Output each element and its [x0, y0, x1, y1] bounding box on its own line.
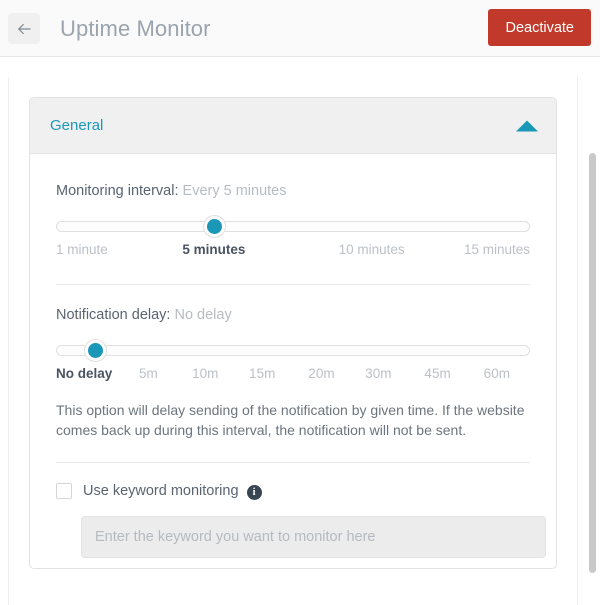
back-button[interactable] [8, 13, 40, 44]
use-keyword-monitoring-checkbox[interactable] [56, 483, 72, 499]
keyword-monitoring-group: Use keyword monitoring i [56, 483, 546, 558]
notification-delay-value: No delay [174, 307, 232, 323]
monitoring-interval-value: Every 5 minutes [182, 183, 287, 199]
slider-tick-label[interactable]: 60m [484, 366, 510, 381]
slider-tick-label[interactable]: 30m [365, 366, 391, 381]
slider-tick-label[interactable]: 5m [139, 366, 158, 381]
page-body: General Monitoring interval: Every 5 min… [0, 58, 600, 605]
slider-handle[interactable] [203, 216, 225, 237]
notification-delay-slider[interactable] [56, 340, 530, 361]
slider-tick-label[interactable]: 20m [308, 366, 334, 381]
slider-handle[interactable] [85, 340, 107, 361]
monitoring-interval-group: Monitoring interval: Every 5 minutes 1 m… [56, 182, 530, 264]
keyword-monitoring-row: Use keyword monitoring i [56, 483, 530, 500]
notification-delay-tick-labels: No delay 5m 10m 15m 20m 30m 45m 60m [56, 366, 530, 388]
use-keyword-monitoring-label[interactable]: Use keyword monitoring [83, 483, 239, 499]
monitoring-interval-label-text: Monitoring interval: [56, 183, 179, 199]
general-settings-panel: General Monitoring interval: Every 5 min… [29, 97, 557, 569]
slider-tick-label[interactable]: 10m [192, 366, 218, 381]
divider [56, 284, 530, 285]
caret-up-icon[interactable] [516, 120, 538, 131]
slider-tick-label[interactable]: 10 minutes [339, 242, 405, 257]
info-icon[interactable]: i [246, 484, 262, 500]
notification-delay-label-text: Notification delay: [56, 307, 171, 323]
deactivate-button[interactable]: Deactivate [488, 9, 591, 46]
slider-tick-label[interactable]: 1 minute [56, 242, 108, 257]
slider-tick-label[interactable]: No delay [56, 366, 112, 381]
content-card: General Monitoring interval: Every 5 min… [8, 77, 578, 605]
page-scrollbar-thumb[interactable] [589, 153, 596, 573]
notification-delay-help-text: This option will delay sending of the no… [56, 402, 525, 438]
keyword-input[interactable] [81, 516, 546, 558]
monitoring-interval-label: Monitoring interval: Every 5 minutes [56, 182, 530, 200]
slider-tick-label[interactable]: 15 minutes [464, 242, 530, 257]
page-title: Uptime Monitor [60, 16, 211, 41]
panel-title: General [50, 117, 104, 134]
slider-tick-label[interactable]: 15m [249, 366, 275, 381]
slider-track[interactable] [56, 345, 530, 356]
arrow-left-icon [18, 23, 31, 34]
slider-track[interactable] [56, 221, 530, 232]
divider [56, 462, 530, 463]
monitoring-interval-slider[interactable] [56, 216, 530, 237]
slider-tick-label[interactable]: 5 minutes [182, 242, 245, 257]
monitoring-interval-tick-labels: 1 minute 5 minutes 10 minutes 15 minutes [56, 242, 530, 264]
slider-tick-label[interactable]: 45m [424, 366, 450, 381]
panel-header-general[interactable]: General [30, 98, 556, 154]
notification-delay-group: Notification delay: No delay No delay 5m 1… [56, 306, 530, 440]
notification-delay-label: Notification delay: No delay [56, 306, 530, 324]
panel-body: Monitoring interval: Every 5 minutes 1 m… [30, 154, 556, 568]
app-header: Uptime Monitor Deactivate [0, 0, 600, 57]
page-scrollbar-track[interactable] [585, 58, 600, 605]
